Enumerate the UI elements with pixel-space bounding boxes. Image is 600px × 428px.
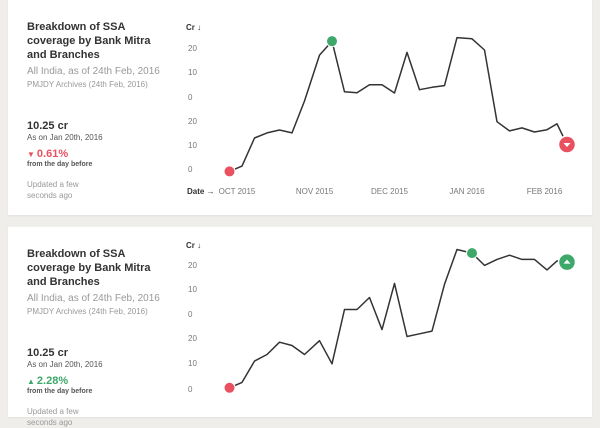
chart-source: PMJDY Archives (24th Feb, 2016) [27,307,148,316]
x-tick-label: DEC 2015 [371,187,408,196]
change-value: 0.61% [36,148,69,160]
chart-card: Breakdown of SSA coverage by Bank Mitra … [8,227,592,427]
high-point-marker [466,247,478,260]
y-tick-label: 0 [188,310,193,319]
chart-source: PMJDY Archives (24th Feb, 2016) [27,80,148,89]
y-tick-label: 0 [188,165,193,174]
last-value-down-marker [557,135,577,154]
change-indicator: ▼ 0.61% [27,148,167,160]
low-point-marker [223,165,236,178]
y-axis-label: Cr ↓ [186,23,201,32]
chart-subtitle: All India, as of 24th Feb, 2016 [27,66,160,77]
series-line [229,248,568,389]
as-of-date: As on Jan 20th, 2016 [27,133,103,142]
y-tick-label: 20 [188,117,197,126]
y-tick-label: 10 [188,141,197,150]
change-indicator: ▲ 2.28% [27,375,167,387]
x-tick-label: OCT 2015 [219,187,256,196]
y-tick-label: 10 [188,359,197,368]
chart-title: Breakdown of SSA coverage by Bank Mitra … [27,248,151,288]
as-of-date: As on Jan 20th, 2016 [27,360,103,369]
chart-title: Breakdown of SSA coverage by Bank Mitra … [27,21,151,61]
current-value: 10.25 cr [27,120,68,132]
line-chart: Cr ↓ 20 10 0 20 10 0 Date → OCT 2015 NOV 2015 DEC … [186,23,577,196]
x-tick-label: JAN 2016 [449,187,485,196]
up-arrow-icon: ▲ [27,377,35,386]
chart-info-panel: Breakdown of SSA coverage by Bank Mitra … [27,247,167,428]
chart-subtitle: All India, as of 24th Feb, 2016 [27,293,160,304]
low-point-marker [223,381,236,394]
y-tick-label: 20 [188,261,197,270]
high-point-marker [326,35,338,48]
x-tick-label: NOV 2015 [296,187,334,196]
x-tick-label: FEB 2016 [527,187,563,196]
y-tick-label: 0 [188,385,193,394]
chart-card: Breakdown of SSA coverage by Bank Mitra … [8,0,592,215]
y-tick-label: 10 [188,285,197,294]
down-arrow-icon: ▼ [27,150,35,159]
line-chart: Cr ↓ 20 10 0 20 10 0 [186,241,577,394]
current-value: 10.25 cr [27,347,68,359]
y-tick-label: 20 [188,334,197,343]
updated-status: Updated a few seconds ago [27,180,79,200]
last-value-up-marker [557,252,577,272]
chart-info-panel: Breakdown of SSA coverage by Bank Mitra … [27,20,167,201]
x-axis-label: Date → [187,187,215,196]
change-note: from the day before [27,388,93,395]
y-tick-label: 0 [188,93,193,102]
y-tick-label: 20 [188,44,197,53]
change-note: from the day before [27,161,93,168]
updated-status: Updated a few seconds ago [27,407,79,427]
change-value: 2.28% [36,375,69,387]
y-tick-label: 10 [188,68,197,77]
y-axis-label: Cr ↓ [186,241,201,250]
series-line [229,36,568,173]
